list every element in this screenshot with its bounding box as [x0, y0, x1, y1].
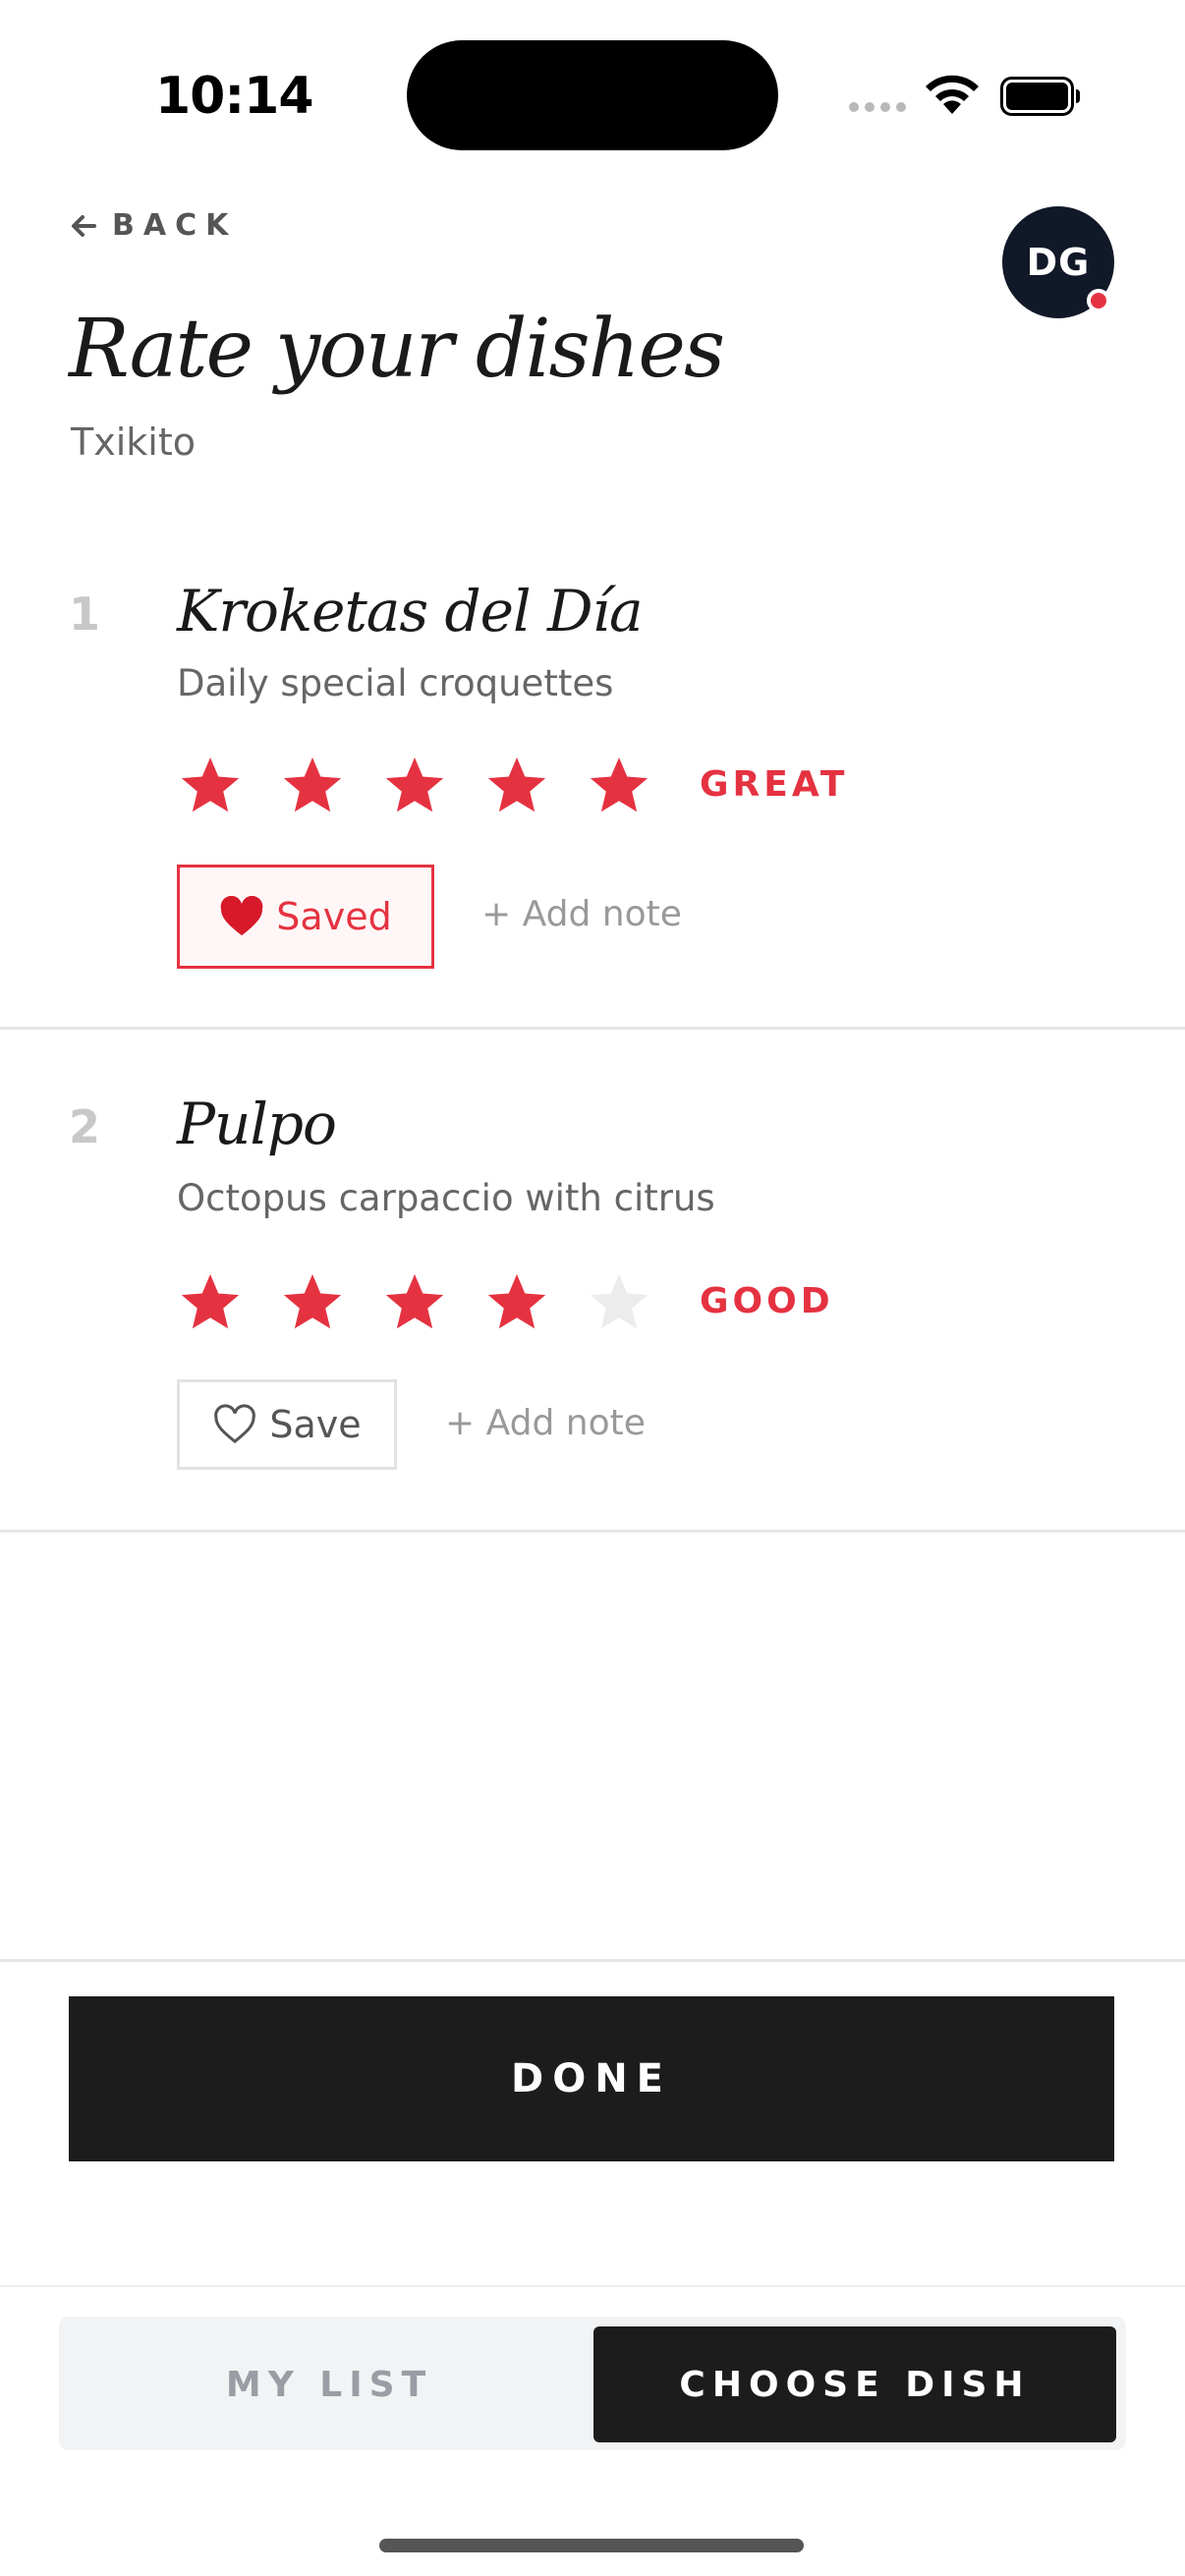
save-label: Saved [276, 895, 392, 938]
star-5-icon[interactable] [586, 753, 652, 817]
save-label: Save [269, 1403, 362, 1446]
page-title: Rate your dishes [69, 303, 725, 396]
star-1-icon[interactable] [177, 753, 244, 817]
battery-icon [1000, 77, 1080, 116]
restaurant-name: Txikito [71, 420, 196, 464]
tab-my-list[interactable]: MY LIST [69, 2326, 590, 2442]
save-button[interactable]: Saved [177, 865, 434, 969]
dish-row: 2 Pulpo Octopus carpaccio with citrus GO… [0, 1030, 1185, 1533]
home-indicator [379, 2539, 804, 2552]
heart-filled-icon [220, 896, 263, 936]
star-3-icon[interactable] [381, 753, 448, 817]
divider [0, 2285, 1185, 2287]
star-4-icon[interactable] [483, 1269, 550, 1334]
bottom-tab-bar: MY LIST CHOOSE DISH [59, 2317, 1126, 2450]
add-note-button[interactable]: + Add note [481, 894, 682, 934]
save-button[interactable]: Save [177, 1379, 397, 1470]
heart-outline-icon [214, 1404, 256, 1444]
done-button[interactable]: DONE [69, 1996, 1114, 2161]
arrow-left-icon [72, 214, 96, 237]
dish-name: Pulpo [177, 1091, 337, 1157]
back-button[interactable]: BACK [69, 208, 237, 243]
rating-label: GOOD [700, 1281, 834, 1321]
star-4-icon[interactable] [483, 753, 550, 817]
notification-dot [1087, 289, 1110, 312]
rating-label: GREAT [700, 764, 849, 805]
star-2-icon[interactable] [279, 1269, 346, 1334]
add-note-button[interactable]: + Add note [445, 1403, 646, 1443]
dish-row: 1 Kroketas del Día Daily special croquet… [0, 538, 1185, 1030]
star-rating [177, 1269, 652, 1334]
dynamic-island [407, 40, 778, 150]
cellular-signal-icon [849, 102, 906, 112]
star-5-icon[interactable] [586, 1269, 652, 1334]
back-label: BACK [112, 208, 238, 243]
status-time: 10:14 [155, 67, 314, 126]
star-2-icon[interactable] [279, 753, 346, 817]
dish-number: 1 [69, 588, 101, 641]
star-rating [177, 753, 652, 817]
avatar-initials: DG [1026, 241, 1091, 284]
star-1-icon[interactable] [177, 1269, 244, 1334]
avatar[interactable]: DG [1002, 206, 1114, 318]
star-3-icon[interactable] [381, 1269, 448, 1334]
dish-description: Octopus carpaccio with citrus [177, 1177, 715, 1219]
tab-choose-dish[interactable]: CHOOSE DISH [593, 2326, 1116, 2442]
dish-description: Daily special croquettes [177, 662, 614, 704]
dish-number: 2 [69, 1100, 101, 1153]
dish-name: Kroketas del Día [177, 578, 644, 644]
wifi-icon [926, 75, 979, 114]
